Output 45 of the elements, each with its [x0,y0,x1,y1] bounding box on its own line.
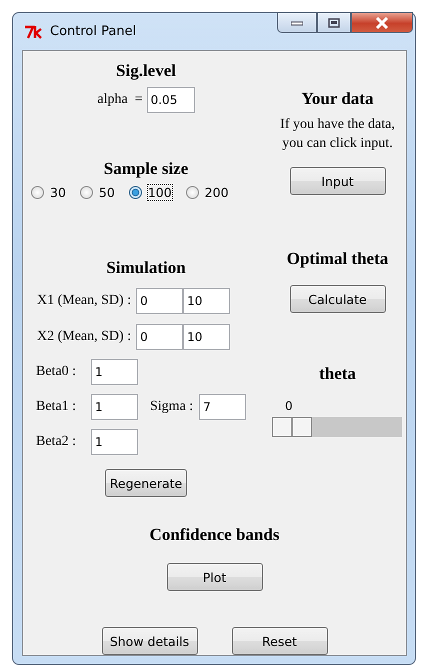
window-title: Control Panel [50,24,136,39]
section-heading: Simulation [106,258,186,278]
input-field[interactable]: 7 [199,394,246,420]
slider-value: 0 [285,399,293,413]
input-button[interactable]: Input [290,167,386,195]
input-field[interactable]: 0 [136,324,184,350]
footer-button[interactable]: Show details [102,627,198,655]
instruction-text: If you have the data, you can click input. [280,116,395,153]
field-label: Beta1 : [36,399,78,415]
maximize-button[interactable] [317,12,351,33]
alpha-field[interactable]: 0.05 [146,87,195,113]
radio-option[interactable]: 100 [128,185,172,200]
alpha-label: alpha = [97,92,143,108]
input-field[interactable]: 1 [91,429,138,455]
field-label: Beta2 : [36,434,78,450]
section-heading: theta [319,364,356,384]
section-heading: Sample size [104,159,188,179]
close-button[interactable] [351,12,413,33]
input-field[interactable]: 10 [183,324,230,350]
field-label: Sigma : [150,399,194,415]
input-field[interactable]: 1 [91,359,138,385]
calculate-button[interactable]: Calculate [290,285,386,313]
section-heading: Sig.level [116,61,176,81]
section-heading: Optimal theta [286,249,388,269]
radio-option[interactable]: 30 [31,185,66,200]
logo-icon [24,24,44,38]
close-icon [375,16,389,28]
field-label: X1 (Mean, SD) : [37,293,132,309]
footer-button[interactable]: Reset [232,627,328,655]
slider-track[interactable] [272,417,402,437]
section-heading: Confidence bands [150,525,280,545]
input-field[interactable]: 10 [183,288,230,314]
regenerate-button[interactable]: Regenerate [104,469,188,497]
input-field[interactable]: 0 [136,288,184,314]
section-heading: Your data [302,89,374,109]
radio-option[interactable]: 200 [186,185,229,200]
minimize-button[interactable] [277,12,317,33]
maximize-icon [328,18,340,28]
radio-option[interactable]: 50 [80,185,115,200]
field-label: Beta0 : [36,364,78,380]
input-field[interactable]: 1 [91,394,138,420]
plot-button[interactable]: Plot [166,563,262,591]
minimize-icon [291,20,303,26]
field-label: X2 (Mean, SD) : [37,329,132,345]
slider-thumb[interactable] [272,417,312,437]
